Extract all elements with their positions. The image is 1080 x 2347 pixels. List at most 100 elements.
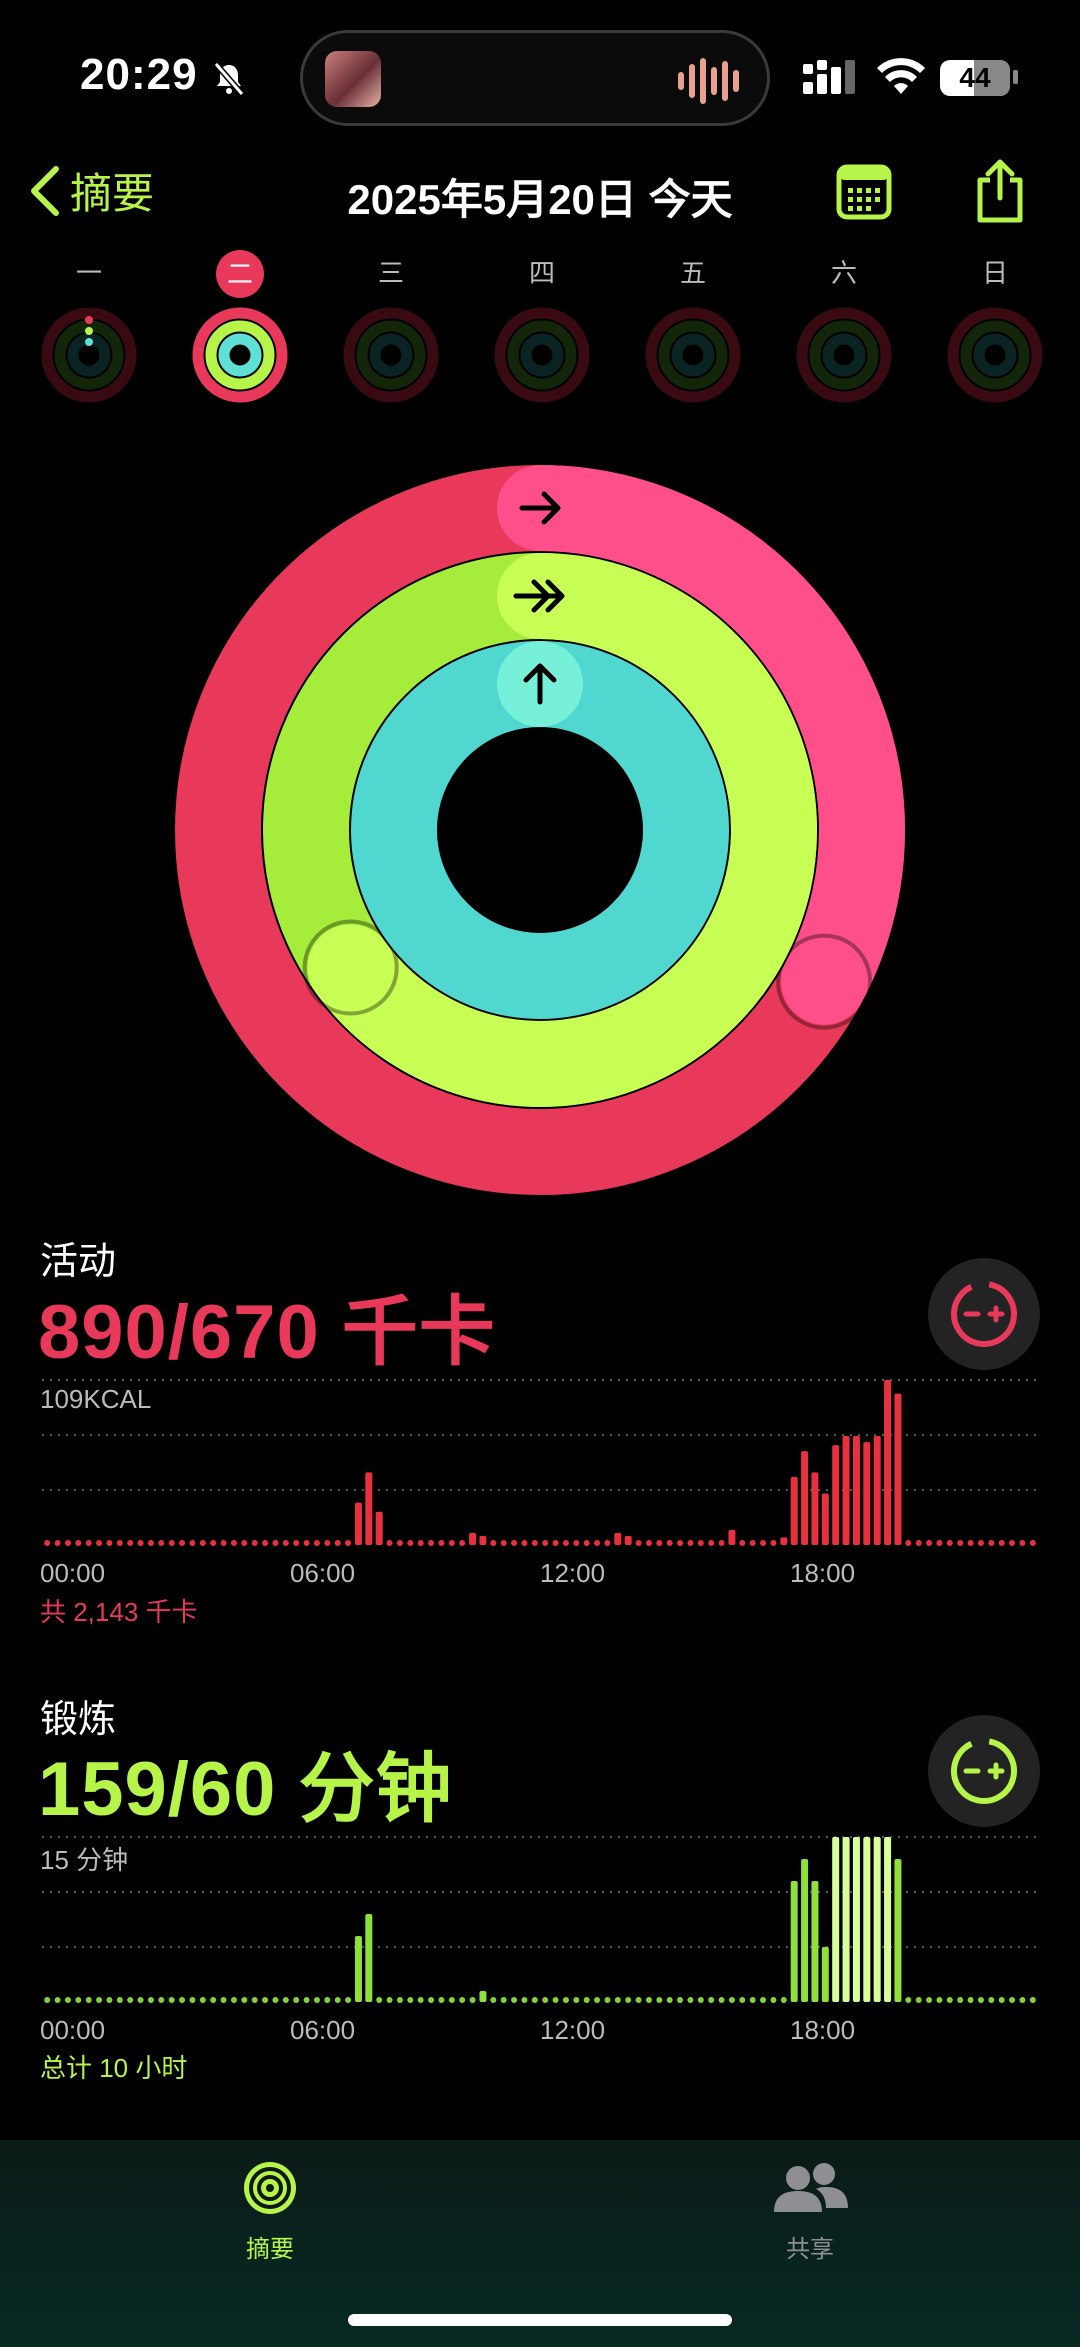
chart-bar-empty bbox=[428, 1540, 435, 1546]
chart-bar-empty bbox=[168, 1997, 175, 2003]
wifi-icon bbox=[877, 58, 925, 94]
day-2[interactable]: 三 bbox=[336, 250, 446, 415]
chart-bar-empty bbox=[116, 1540, 123, 1546]
home-indicator[interactable] bbox=[348, 2314, 732, 2326]
chart-bar-empty bbox=[583, 1997, 590, 2003]
chart-bar-empty bbox=[542, 1540, 549, 1546]
share-icon[interactable] bbox=[972, 158, 1028, 224]
chart-bar-empty bbox=[977, 1997, 984, 2003]
chart-bar bbox=[479, 1535, 487, 1545]
day-rings-icon bbox=[947, 307, 1043, 403]
chart-bar bbox=[852, 1837, 860, 2002]
chart-bar-empty bbox=[75, 1540, 82, 1546]
chart-bar-empty bbox=[345, 1997, 352, 2003]
chart-bar-empty bbox=[345, 1540, 352, 1546]
chart-bar-empty bbox=[988, 1540, 995, 1546]
day-6[interactable]: 日 bbox=[940, 250, 1050, 415]
chart-bar-empty bbox=[407, 1997, 414, 2003]
activity-rings-icon bbox=[244, 2162, 296, 2214]
chart-bar-empty bbox=[749, 1540, 756, 1546]
activity-rings bbox=[175, 465, 905, 1195]
chart-bar bbox=[884, 1837, 892, 2002]
chart-bar bbox=[354, 1502, 362, 1545]
exercise-total: 总计 10 小时 bbox=[40, 2053, 188, 2083]
tab-sharing[interactable]: 共享 bbox=[710, 2158, 910, 2264]
day-0[interactable]: 一 bbox=[34, 250, 144, 415]
day-label: 五 bbox=[679, 258, 706, 288]
chart-bar-empty bbox=[96, 1540, 103, 1546]
chart-bar-empty bbox=[500, 1540, 507, 1546]
chart-bar-empty bbox=[905, 1540, 912, 1546]
chart-bar-empty bbox=[542, 1997, 549, 2003]
activity-x-tick-2: 12:00 bbox=[540, 1558, 606, 1588]
dynamic-island[interactable] bbox=[300, 30, 770, 126]
chart-bar-empty bbox=[770, 1540, 777, 1546]
day-rings-icon bbox=[41, 307, 137, 403]
chart-bar-empty bbox=[407, 1540, 414, 1546]
chart-bar-empty bbox=[1009, 1997, 1016, 2003]
activity-x-tick-3: 18:00 bbox=[790, 1558, 856, 1588]
exercise-x-tick-0: 00:00 bbox=[40, 2015, 106, 2045]
chart-bar-empty bbox=[967, 1997, 974, 2003]
chart-bar-empty bbox=[376, 1997, 383, 2003]
chart-bar-empty bbox=[1019, 1997, 1026, 2003]
chart-bar-empty bbox=[614, 1997, 621, 2003]
chart-bar bbox=[863, 1837, 871, 2002]
chart-bar-empty bbox=[137, 1997, 144, 2003]
chart-bar-empty bbox=[85, 1540, 92, 1546]
chart-bar bbox=[354, 1936, 362, 2002]
chart-bar-empty bbox=[147, 1997, 154, 2003]
day-label: 日 bbox=[981, 258, 1008, 288]
adjust-exercise-goal-button[interactable] bbox=[928, 1715, 1040, 1827]
tab-summary-label: 摘要 bbox=[246, 2236, 294, 2263]
chart-bar-empty bbox=[44, 1540, 51, 1546]
chart-bar-empty bbox=[85, 1997, 92, 2003]
day-4[interactable]: 五 bbox=[638, 250, 748, 415]
calendar-icon[interactable] bbox=[836, 164, 892, 220]
chart-bar-empty bbox=[687, 1997, 694, 2003]
chart-bar-empty bbox=[54, 1997, 61, 2003]
chart-bar-empty bbox=[511, 1997, 518, 2003]
chart-bar bbox=[884, 1380, 892, 1545]
chart-bar-empty bbox=[106, 1997, 113, 2003]
chart-bar bbox=[780, 1537, 788, 1545]
activity-x-tick-1: 06:00 bbox=[290, 1558, 356, 1588]
tab-sharing-label: 共享 bbox=[786, 2236, 834, 2263]
tab-summary[interactable]: 摘要 bbox=[170, 2158, 370, 2264]
battery-level: 44 bbox=[959, 62, 991, 93]
day-label: 四 bbox=[528, 258, 555, 288]
now-playing-artwork bbox=[325, 51, 381, 107]
chart-bar-empty bbox=[386, 1997, 393, 2003]
chart-bar-empty bbox=[770, 1997, 777, 2003]
chart-bar-empty bbox=[739, 1997, 746, 2003]
chart-bar-empty bbox=[230, 1997, 237, 2003]
chart-bar-empty bbox=[594, 1997, 601, 2003]
chart-bar-empty bbox=[75, 1997, 82, 2003]
chart-bar bbox=[801, 1859, 809, 2002]
chart-bar-empty bbox=[96, 1997, 103, 2003]
chart-bar-empty bbox=[573, 1997, 580, 2003]
chart-bar-empty bbox=[967, 1540, 974, 1546]
chart-bar bbox=[821, 1947, 829, 2002]
chart-bar-empty bbox=[324, 1997, 331, 2003]
exercise-x-tick-1: 06:00 bbox=[290, 2015, 356, 2045]
chart-bar-empty bbox=[272, 1997, 279, 2003]
chart-bar-empty bbox=[562, 1997, 569, 2003]
activity-value: 890/670 千卡 bbox=[38, 1290, 496, 1375]
day-5[interactable]: 六 bbox=[789, 250, 899, 415]
adjust-move-goal-button[interactable] bbox=[928, 1258, 1040, 1370]
silent-mode-icon bbox=[213, 62, 245, 96]
day-1[interactable]: 二 bbox=[185, 250, 295, 415]
day-3[interactable]: 四 bbox=[487, 250, 597, 415]
day-rings-icon bbox=[343, 307, 439, 403]
exercise-x-tick-2: 12:00 bbox=[540, 2015, 606, 2045]
cellular-signal-icon bbox=[803, 60, 855, 94]
chart-bar-empty bbox=[438, 1997, 445, 2003]
chart-bar bbox=[365, 1472, 373, 1545]
chart-bar-empty bbox=[334, 1997, 341, 2003]
chart-bar-empty bbox=[521, 1997, 528, 2003]
chart-bar-empty bbox=[386, 1540, 393, 1546]
chart-bar-empty bbox=[780, 1997, 787, 2003]
week-strip: 一二三四五六日 bbox=[0, 250, 1080, 410]
chart-bar bbox=[790, 1881, 798, 2002]
